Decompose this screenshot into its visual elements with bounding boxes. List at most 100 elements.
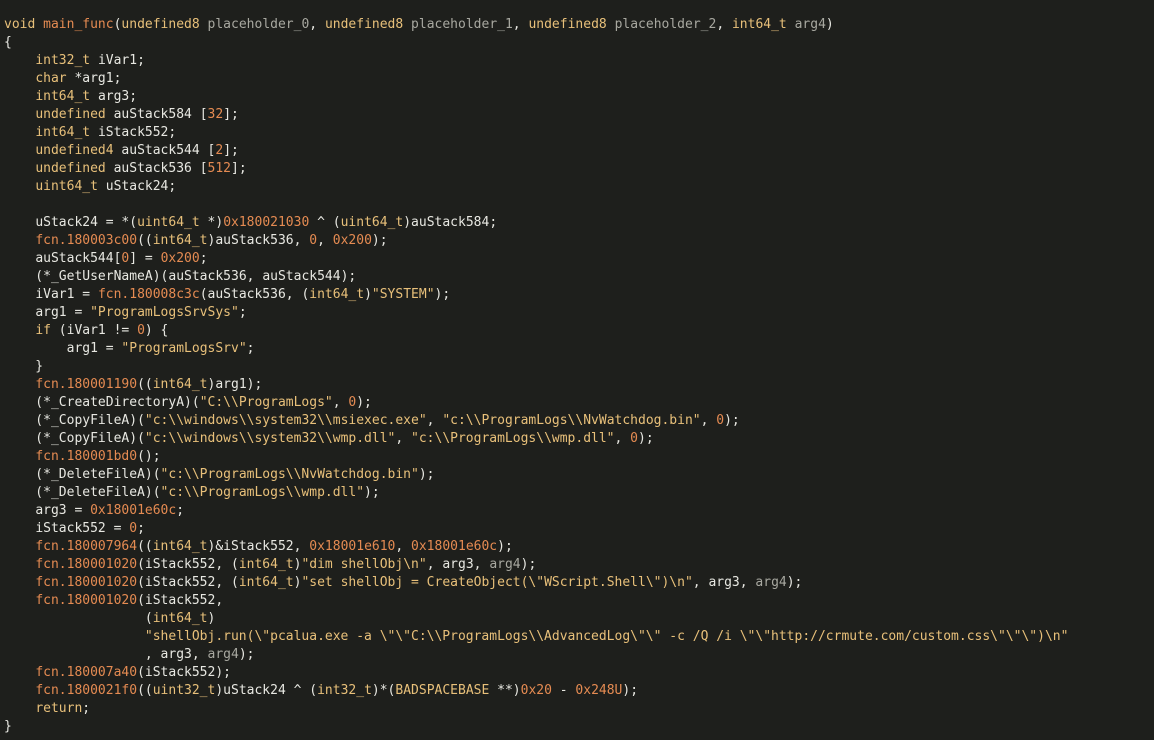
code-token: arg4 xyxy=(794,17,826,32)
code-token: iStack552 xyxy=(97,125,169,140)
code-token: ); xyxy=(786,575,803,590)
code-token: 0x18001e60c xyxy=(411,539,498,554)
code-line[interactable]: (*_CreateDirectoryA)("C:\\ProgramLogs", … xyxy=(4,394,1068,412)
code-token: auStack544 xyxy=(121,143,200,158)
code-line[interactable]: int32_t iVar1; xyxy=(4,52,1068,70)
code-line[interactable]: (*_GetUserNameA)(auStack536, auStack544)… xyxy=(4,268,1068,286)
code-token: ) xyxy=(207,611,216,626)
code-token: placeholder_0 xyxy=(207,17,310,32)
code-line[interactable]: iStack552 = 0; xyxy=(4,520,1068,538)
code-line[interactable]: uint64_t uStack24; xyxy=(4,178,1068,196)
code-line[interactable]: undefined4 auStack544 [2]; xyxy=(4,142,1068,160)
code-token: 0 xyxy=(129,521,138,536)
code-token: ); xyxy=(520,557,537,572)
code-token: )& xyxy=(207,539,224,554)
code-token: , xyxy=(692,575,709,590)
code-token: ( xyxy=(137,557,145,572)
code-token: fcn.180008c3c xyxy=(97,287,200,302)
code-line[interactable]: fcn.180001020(iStack552, (int64_t)"set s… xyxy=(4,574,1068,592)
code-token: 0 xyxy=(137,323,145,338)
code-line[interactable]: int64_t iStack552; xyxy=(4,124,1068,142)
code-token: ); xyxy=(497,539,513,554)
code-line[interactable]: void main_func(undefined8 placeholder_0,… xyxy=(4,16,1068,34)
code-line[interactable]: fcn.1800021f0((uint32_t)uStack24 ^ (int3… xyxy=(4,682,1068,700)
code-line[interactable]: (int64_t) xyxy=(4,610,1068,628)
code-token: "c:\\ProgramLogs\\NvWatchdog.bin" xyxy=(442,413,701,428)
code-token: 0 xyxy=(716,413,725,428)
code-token: char xyxy=(35,71,67,86)
code-line[interactable]: fcn.180001190((int64_t)arg1); xyxy=(4,376,1068,394)
code-line[interactable]: return; xyxy=(4,700,1068,718)
code-token: * xyxy=(66,71,83,86)
code-token: 512 xyxy=(207,161,232,176)
code-line[interactable]: } xyxy=(4,718,1068,736)
code-block[interactable]: void main_func (undefined8 placeholder_0,… xyxy=(4,16,1068,736)
code-token: "c:\\windows\\system32\\wmp.dll" xyxy=(144,431,396,446)
code-line[interactable]: (*_CopyFileA)("c:\\windows\\system32\\ms… xyxy=(4,412,1068,430)
code-token: int64_t xyxy=(152,611,208,626)
code-line[interactable]: int64_t arg3; xyxy=(4,88,1068,106)
code-token: ) xyxy=(364,287,372,302)
code-token: ; xyxy=(199,251,208,266)
code-token: return xyxy=(35,701,83,716)
code-token: (* xyxy=(4,413,51,428)
code-token: )( xyxy=(144,485,161,500)
code-token: ); xyxy=(215,665,231,680)
code-line[interactable]: fcn.180001020(iStack552, xyxy=(4,592,1068,610)
code-token: (* xyxy=(4,269,51,284)
code-token: undefined4 xyxy=(35,143,114,158)
code-line[interactable]: if (iVar1 != 0) { xyxy=(4,322,1068,340)
code-line[interactable]: (*_DeleteFileA)("c:\\ProgramLogs\\wmp.dl… xyxy=(4,484,1068,502)
code-line[interactable]: arg1 = "ProgramLogsSrv"; xyxy=(4,340,1068,358)
code-token: ); xyxy=(246,377,263,392)
code-line[interactable]: } xyxy=(4,358,1068,376)
code-token: "c:\\ProgramLogs\\wmp.dll" xyxy=(160,485,365,500)
code-line[interactable]: fcn.180001020(iStack552, (int64_t)"dim s… xyxy=(4,556,1068,574)
code-line[interactable]: fcn.180001bd0(); xyxy=(4,448,1068,466)
code-token: undefined8 xyxy=(528,17,607,32)
code-token: iStack552 xyxy=(144,575,216,590)
code-token: arg3 xyxy=(35,503,67,518)
code-token: 0x180021030 xyxy=(223,215,310,230)
decompiler-code-view[interactable]: void main_func (undefined8 placeholder_0,… xyxy=(0,0,1154,740)
code-line[interactable]: arg1 = "ProgramLogsSrvSys"; xyxy=(4,304,1068,322)
code-line[interactable]: uStack24 = *(uint64_t *)0x180021030 ^ (u… xyxy=(4,214,1068,232)
code-line[interactable]: fcn.180007a40(iStack552); xyxy=(4,664,1068,682)
code-line[interactable]: { xyxy=(4,34,1068,52)
code-line[interactable]: iVar1 = fcn.180008c3c(auStack536, (int64… xyxy=(4,286,1068,304)
code-line[interactable]: (*_DeleteFileA)("c:\\ProgramLogs\\NvWatc… xyxy=(4,466,1068,484)
code-token: "ProgramLogsSrvSys" xyxy=(90,305,239,320)
code-token: "c:\\ProgramLogs\\wmp.dll" xyxy=(411,431,615,446)
code-line[interactable]: , arg3, arg4); xyxy=(4,646,1068,664)
code-line[interactable]: char *arg1; xyxy=(4,70,1068,88)
code-line[interactable]: "shellObj.run(\"pcalua.exe -a \"\"C:\\Pr… xyxy=(4,628,1069,646)
code-line[interactable]: fcn.180003c00((int64_t)auStack536, 0, 0x… xyxy=(4,232,1068,250)
code-token: , xyxy=(473,557,490,572)
code-token: auStack536 xyxy=(168,269,247,284)
code-token: auStack536 xyxy=(113,161,192,176)
code-line[interactable]: arg3 = 0x18001e60c; xyxy=(4,502,1068,520)
code-line[interactable]: auStack544[0] = 0x200; xyxy=(4,250,1068,268)
code-token: , xyxy=(293,233,310,248)
code-token: , xyxy=(426,413,443,428)
code-line[interactable] xyxy=(4,196,1068,214)
code-token: fcn.180001190 xyxy=(35,377,138,392)
code-token: _GetUserNameA xyxy=(50,269,153,284)
code-line[interactable]: undefined auStack536 [512]; xyxy=(4,160,1068,178)
code-token: ); xyxy=(340,269,357,284)
code-line[interactable]: fcn.180007964((int64_t)&iStack552, 0x180… xyxy=(4,538,1068,556)
code-line[interactable]: undefined auStack584 [32]; xyxy=(4,106,1068,124)
code-token: ) xyxy=(215,683,224,698)
code-line[interactable]: (*_CopyFileA)("c:\\windows\\system32\\wm… xyxy=(4,430,1068,448)
code-token: [ xyxy=(191,161,208,176)
